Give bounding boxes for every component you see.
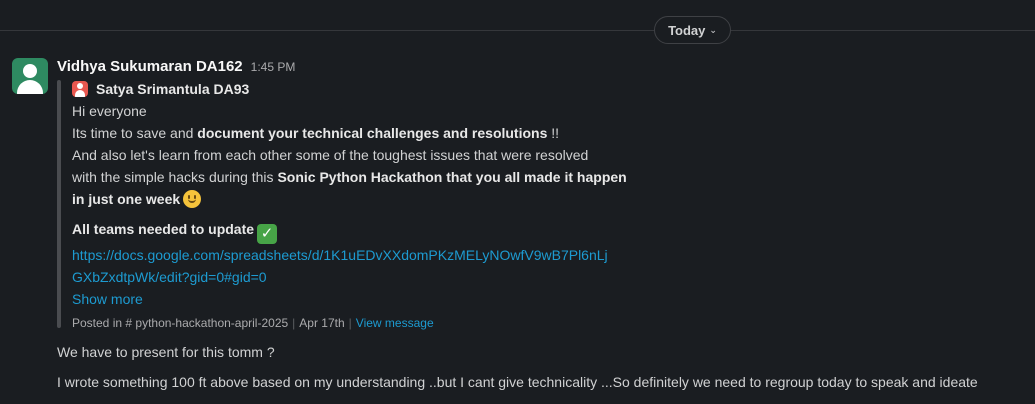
channel-link[interactable]: # python-hackathon-april-2025 — [125, 316, 288, 330]
view-message-link[interactable]: View message — [356, 316, 434, 330]
spreadsheet-link-continued[interactable]: GXbZxdtpWk/edit?gid=0#gid=0 — [72, 266, 672, 288]
posted-in-label: Posted in — [72, 316, 123, 330]
avatar[interactable] — [12, 58, 48, 94]
shared-text-line: Hi everyone — [72, 103, 147, 119]
shared-text-line: with the simple hacks during this Sonic … — [72, 169, 627, 185]
shared-text-line: And also let's learn from each other som… — [72, 147, 589, 163]
shared-text-line: Its time to save and document your techn… — [72, 125, 560, 141]
shared-author-name[interactable]: Satya Srimantula DA93 — [96, 81, 249, 97]
smile-emoji-icon — [183, 190, 202, 208]
shared-message-bar — [57, 80, 61, 328]
shared-message: Satya Srimantula DA93 Hi everyone Its ti… — [72, 78, 672, 330]
user-icon — [23, 64, 37, 78]
spreadsheet-link[interactable]: https://docs.google.com/spreadsheets/d/1… — [72, 244, 672, 266]
day-divider-label: Today — [668, 22, 706, 38]
shared-message-author-row: Satya Srimantula DA93 — [72, 78, 672, 100]
shared-date: Apr 17th — [299, 316, 345, 330]
shared-message-meta: Posted in # python-hackathon-april-2025 … — [72, 316, 434, 330]
shared-text-line: in just one week — [72, 188, 672, 210]
day-divider-button[interactable]: Today ⌄ — [654, 16, 731, 44]
message-timestamp[interactable]: 1:45 PM — [251, 60, 296, 74]
user-icon-body — [17, 80, 43, 94]
chevron-down-icon: ⌄ — [709, 25, 717, 35]
message-text: We have to present for this tomm ? — [57, 344, 275, 360]
message-text: I wrote something 100 ft above based on … — [57, 374, 978, 390]
day-divider-line — [0, 30, 1035, 31]
check-mark-emoji-icon: ✓ — [257, 224, 278, 244]
message-author[interactable]: Vidhya Sukumaran DA162 — [57, 58, 243, 75]
message-header: Vidhya Sukumaran DA162 1:45 PM — [57, 58, 295, 75]
show-more-link[interactable]: Show more — [72, 288, 672, 310]
shared-author-avatar[interactable] — [72, 81, 88, 97]
shared-text-line: All teams needed to update ✓ — [72, 218, 672, 244]
